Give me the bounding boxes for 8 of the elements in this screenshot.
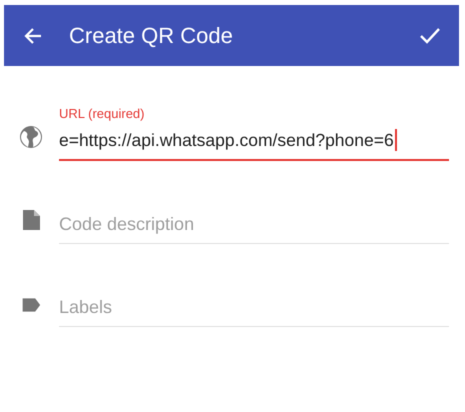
globe-icon xyxy=(19,125,43,149)
screen-title: Create QR Code xyxy=(69,22,234,48)
field-label: URL (required) xyxy=(59,106,146,121)
labels-field[interactable]: Labels xyxy=(59,297,449,327)
checkmark-icon[interactable] xyxy=(419,26,441,44)
description-field[interactable]: Code description xyxy=(59,214,449,244)
url-field[interactable]: e=https://api.whatsapp.com/send?phone=6 xyxy=(59,129,449,161)
back-arrow-icon[interactable] xyxy=(23,26,43,46)
